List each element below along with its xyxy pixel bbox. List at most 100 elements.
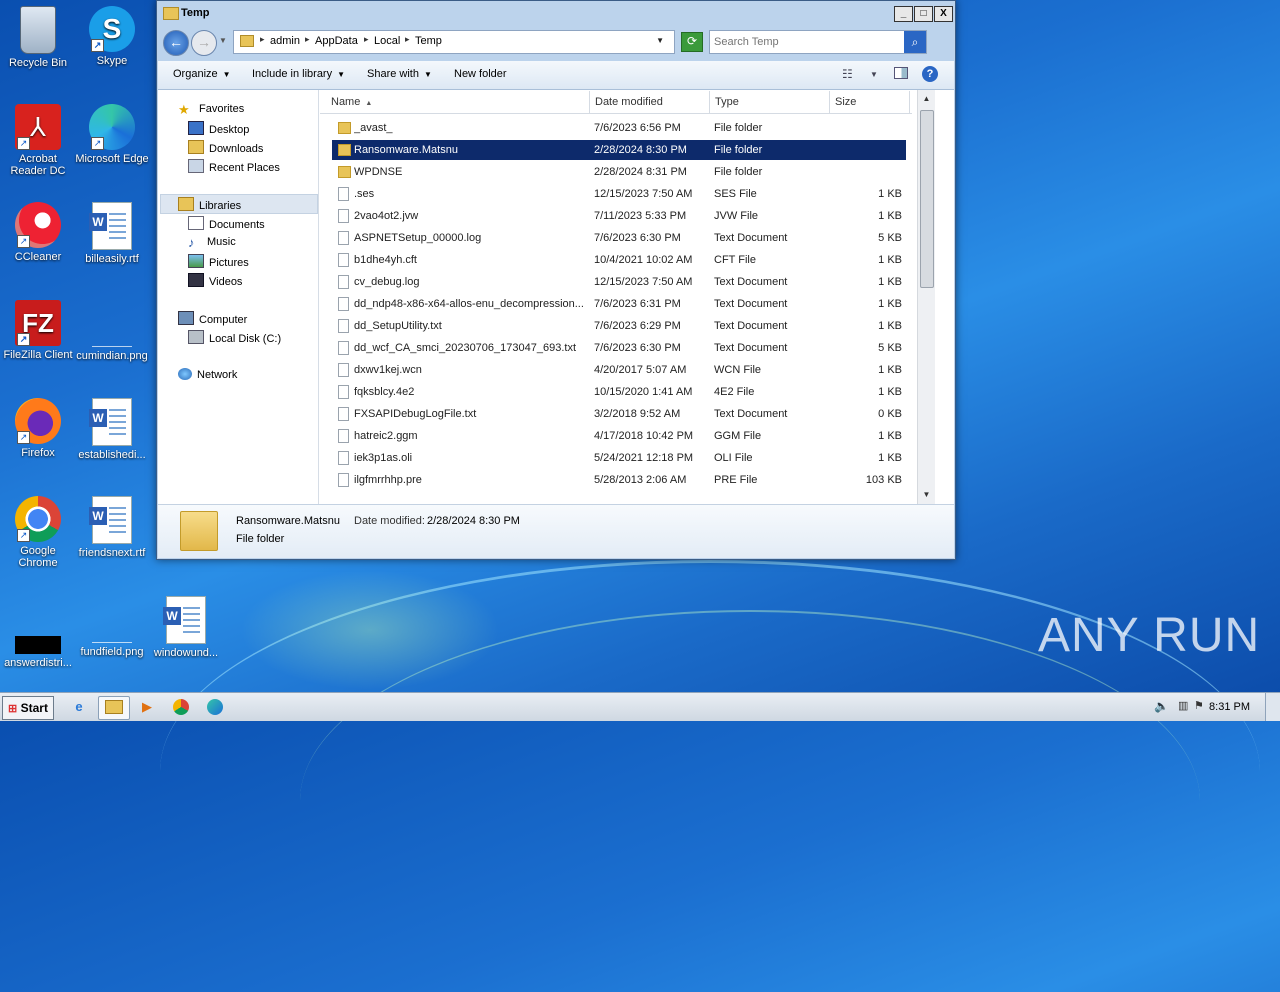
file-row[interactable]: dd_SetupUtility.txt 7/6/2023 6:29 PM Text … xyxy=(332,316,906,336)
scroll-thumb[interactable] xyxy=(920,110,934,288)
file-row[interactable]: hatreic2.ggm 4/17/2018 10:42 PM GGM File 1 … xyxy=(332,426,906,446)
search-input[interactable] xyxy=(714,33,904,51)
file-row[interactable]: .ses 12/15/2023 7:50 AM SES File 1 KB xyxy=(332,184,906,204)
edge-icon: ↗ xyxy=(89,104,135,150)
volume-icon[interactable]: 🔈 xyxy=(1154,699,1169,713)
file-size: 1 KB xyxy=(878,386,902,398)
file-row[interactable]: 2vao4ot2.jvw 7/11/2023 5:33 PM JVW File 1 K… xyxy=(332,206,906,226)
refresh-button[interactable]: ⟳ xyxy=(681,32,703,52)
file-type: SES File xyxy=(714,188,757,200)
edge-taskbar-icon[interactable] xyxy=(200,696,230,718)
file-row[interactable]: dxwv1kej.wcn 4/20/2017 5:07 AM WCN File 1 K… xyxy=(332,360,906,380)
address-dropdown-icon[interactable]: ▼ xyxy=(656,36,664,45)
forward-button[interactable]: → xyxy=(191,30,217,56)
help-icon[interactable]: ? xyxy=(922,66,938,82)
column-header-date-modified[interactable]: Date modified xyxy=(590,91,710,113)
desktop-icon-answerdistri[interactable]: answerdistri... xyxy=(0,612,76,669)
file-row[interactable]: fqksblcy.4e2 10/15/2020 1:41 AM 4E2 File 1 … xyxy=(332,382,906,402)
close-button[interactable]: X xyxy=(934,6,953,22)
nav-music[interactable]: ♪ Music xyxy=(188,235,236,250)
window-titlebar[interactable]: Temp _ □ X xyxy=(157,1,955,25)
chevron-down-icon[interactable]: ▼ xyxy=(870,70,878,79)
file-row[interactable]: WPDNSE 2/28/2024 8:31 PM File folder xyxy=(332,162,906,182)
network-tray-icon[interactable]: ▥ xyxy=(1178,699,1188,712)
desktop-icon-skype[interactable]: S ↗ Skype xyxy=(74,6,150,67)
column-header-size[interactable]: Size xyxy=(830,91,910,113)
column-header-name[interactable]: Name ▲ xyxy=(320,91,590,113)
breadcrumb-local[interactable]: Local xyxy=(374,35,400,47)
nav-videos[interactable]: Videos xyxy=(188,273,242,288)
file-row[interactable]: ASPNETSetup_00000.log 7/6/2023 6:30 PM Tex… xyxy=(332,228,906,248)
address-bar[interactable]: ▸ admin ▸ AppData ▸ Local ▸ Temp ▼ xyxy=(233,30,675,54)
desktop-icon-label: cumindian.png xyxy=(76,350,148,362)
file-row[interactable]: iek3p1as.oli 5/24/2021 12:18 PM OLI File 1 … xyxy=(332,448,906,468)
include-in-library-button[interactable]: Include in library ▼ xyxy=(252,68,345,80)
file-row[interactable]: cv_debug.log 12/15/2023 7:50 AM Text Docum… xyxy=(332,272,906,292)
share-with-button[interactable]: Share with ▼ xyxy=(367,68,432,80)
file-row[interactable]: Ransomware.Matsnu 2/28/2024 8:30 PM File f… xyxy=(332,140,906,160)
nav-local-disk[interactable]: Local Disk (C:) xyxy=(188,330,281,345)
column-header-type[interactable]: Type xyxy=(710,91,830,113)
desktop-icon-firefox[interactable]: ↗ Firefox xyxy=(0,398,76,459)
pictures-icon xyxy=(188,254,204,268)
desktop-icon-filezilla-client[interactable]: FZ ↗ FileZilla Client xyxy=(0,300,76,361)
desktop-icon-label: answerdistri... xyxy=(4,657,72,669)
desktop-icon-ccleaner[interactable]: ↗ CCleaner xyxy=(0,202,76,263)
media-player-taskbar-icon[interactable]: ▶ xyxy=(132,696,162,718)
desktop-icon-windowund[interactable]: Wwindowund... xyxy=(148,596,224,659)
view-options-icon[interactable]: ☷ xyxy=(842,67,853,81)
back-button[interactable]: ← xyxy=(163,30,189,56)
explorer-taskbar-icon[interactable] xyxy=(98,696,130,720)
preview-pane-icon[interactable] xyxy=(894,67,908,79)
maximize-button[interactable]: □ xyxy=(914,6,933,22)
nav-favorites[interactable]: ★ Favorites xyxy=(178,102,244,117)
file-size: 1 KB xyxy=(878,298,902,310)
file-row[interactable]: ilgfmrrhhp.pre 5/28/2013 2:06 AM PRE File 1… xyxy=(332,470,906,490)
desktop-icon xyxy=(188,121,204,135)
action-center-icon[interactable]: ⚑ xyxy=(1194,699,1204,712)
nav-pictures[interactable]: Pictures xyxy=(188,254,249,269)
file-row[interactable]: dd_ndp48-x86-x64-allos-enu_decompression… xyxy=(332,294,906,314)
desktop-icon-fundfield-png[interactable]: fundfield.png xyxy=(74,596,150,658)
internet-explorer-taskbar-icon[interactable]: e xyxy=(64,696,94,718)
nav-desktop[interactable]: Desktop xyxy=(188,121,249,136)
file-name: dd_wcf_CA_smci_20230706_173047_693.txt xyxy=(354,342,576,354)
desktop-icon-friendsnext-rtf[interactable]: Wfriendsnext.rtf xyxy=(74,496,150,559)
file-row[interactable]: dd_wcf_CA_smci_20230706_173047_693.txt 7/… xyxy=(332,338,906,358)
nav-recent-places[interactable]: Recent Places xyxy=(188,159,280,174)
chevron-down-icon: ▼ xyxy=(337,70,346,79)
desktop-icon-cumindian-png[interactable]: cumindian.png xyxy=(74,300,150,362)
breadcrumb-temp[interactable]: Temp xyxy=(415,35,442,47)
nav-libraries[interactable]: Libraries xyxy=(178,197,241,212)
nav-computer[interactable]: Computer xyxy=(178,311,247,326)
vertical-scrollbar[interactable]: ▲ ▼ xyxy=(917,90,935,504)
desktop-icon-recycle-bin[interactable]: Recycle Bin xyxy=(0,6,76,69)
desktop-icon-google-chrome[interactable]: ↗ Google Chrome xyxy=(0,496,76,569)
file-row[interactable]: b1dhe4yh.cft 10/4/2021 10:02 AM CFT File 1 … xyxy=(332,250,906,270)
file-row[interactable]: _avast_ 7/6/2023 6:56 PM File folder xyxy=(332,118,906,138)
desktop-icon-microsoft-edge[interactable]: ↗ Microsoft Edge xyxy=(74,104,150,165)
clock[interactable]: 8:31 PM xyxy=(1209,701,1250,713)
file-row[interactable]: FXSAPIDebugLogFile.txt 3/2/2018 9:52 AM Te… xyxy=(332,404,906,424)
nav-network[interactable]: Network xyxy=(178,368,237,381)
new-folder-button[interactable]: New folder xyxy=(454,68,507,80)
breadcrumb-appdata[interactable]: AppData xyxy=(315,35,358,47)
start-button[interactable]: ⊞ Start xyxy=(2,696,54,720)
desktop-icon-establishedi[interactable]: Westablishedi... xyxy=(74,398,150,461)
minimize-button[interactable]: _ xyxy=(894,6,913,22)
file-date: 12/15/2023 7:50 AM xyxy=(594,188,693,200)
show-desktop-button[interactable] xyxy=(1265,693,1280,721)
scroll-down-arrow[interactable]: ▼ xyxy=(920,488,933,502)
nav-documents[interactable]: Documents xyxy=(188,216,265,231)
organize-button[interactable]: Organize ▼ xyxy=(173,68,231,80)
breadcrumb-admin[interactable]: admin xyxy=(270,35,300,47)
word-badge-icon: W xyxy=(89,507,107,525)
search-icon[interactable]: ⌕ xyxy=(904,31,926,53)
chrome-taskbar-icon[interactable] xyxy=(166,696,196,718)
scroll-up-arrow[interactable]: ▲ xyxy=(920,92,933,106)
desktop-icon-acrobat-reader-dc[interactable]: ⅄ ↗ Acrobat Reader DC xyxy=(0,104,76,177)
nav-downloads[interactable]: Downloads xyxy=(188,140,263,155)
recent-pages-dropdown-icon[interactable]: ▼ xyxy=(219,36,227,45)
folder-icon xyxy=(338,166,351,178)
desktop-icon-billeasily-rtf[interactable]: Wbilleasily.rtf xyxy=(74,202,150,265)
